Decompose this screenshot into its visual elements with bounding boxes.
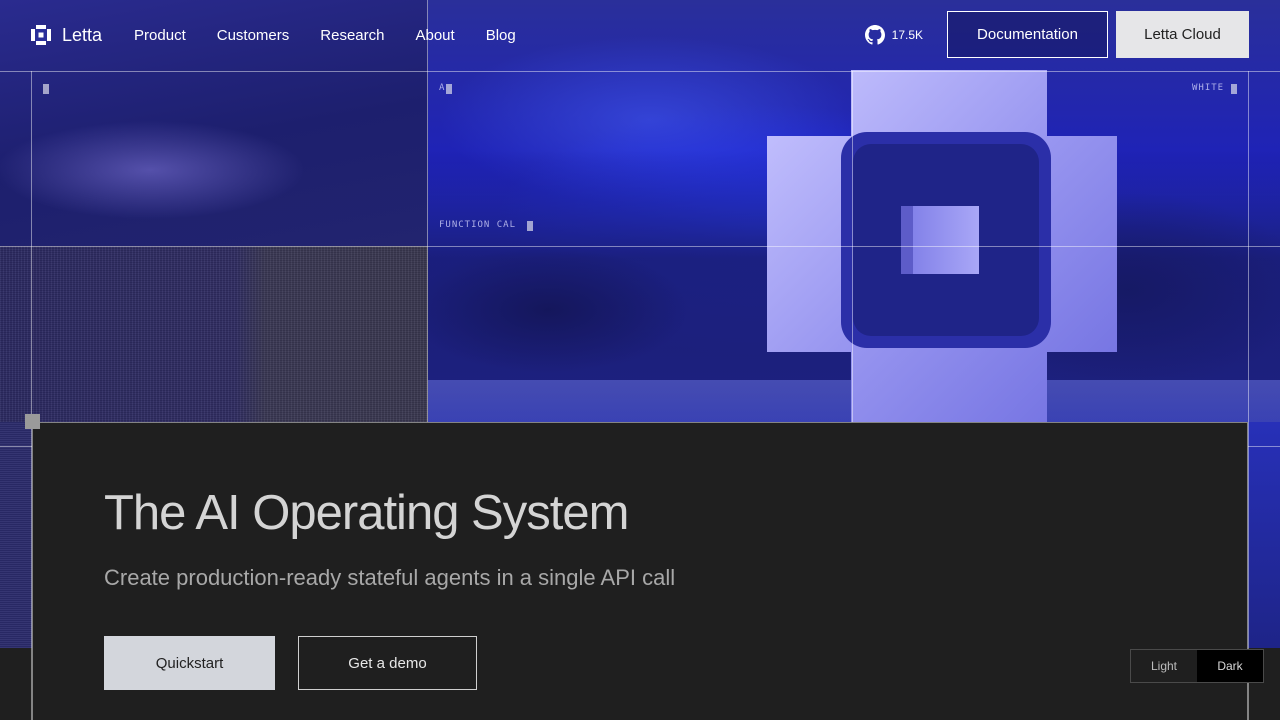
grid-line <box>1248 446 1280 447</box>
hero-card: The AI Operating System Create productio… <box>32 422 1248 720</box>
hero-panel-bottom-left <box>0 422 32 648</box>
grid-line <box>852 71 853 422</box>
logo-text: Letta <box>62 24 103 45</box>
logo[interactable]: Letta <box>30 24 102 46</box>
hero-panel-noise <box>0 246 428 422</box>
cursor-block <box>1231 84 1237 94</box>
grid-line <box>1248 71 1249 720</box>
theme-dark-option[interactable]: Dark <box>1197 650 1263 682</box>
quickstart-button[interactable]: Quickstart <box>104 636 275 690</box>
github-star-count: 17.5K <box>891 27 923 42</box>
cursor-block <box>527 221 533 231</box>
grid-line <box>0 246 1280 247</box>
corner-marker <box>25 414 40 429</box>
overlay-label-white: WHITE <box>1192 83 1225 93</box>
cursor-block <box>446 84 452 94</box>
letta-cloud-button[interactable]: Letta Cloud <box>1116 11 1249 58</box>
github-link[interactable]: 17.5K <box>864 24 923 45</box>
theme-light-option[interactable]: Light <box>1131 650 1197 682</box>
nav-actions: 17.5K Documentation Letta Cloud <box>864 11 1249 58</box>
page-subtitle: Create production-ready stateful agents … <box>104 565 676 590</box>
page-title: The AI Operating System <box>104 486 629 540</box>
letta-logo-icon <box>31 25 51 45</box>
theme-toggle: Light Dark <box>1130 649 1264 683</box>
get-demo-button[interactable]: Get a demo <box>298 636 477 690</box>
nav-link-blog[interactable]: Blog <box>486 27 516 44</box>
grid-line <box>0 446 32 447</box>
nav-link-customers[interactable]: Customers <box>217 27 290 44</box>
nav-link-research[interactable]: Research <box>320 27 384 44</box>
nav-links: Product Customers Research About Blog <box>134 27 516 44</box>
overlay-label-function: FUNCTION CAL <box>439 220 517 230</box>
github-icon <box>864 24 885 45</box>
top-navbar: Letta Product Customers Research About B… <box>0 0 1280 70</box>
hero-panel-bottom-right <box>1248 422 1280 648</box>
letta-3d-logo-graphic <box>767 70 1117 422</box>
documentation-button[interactable]: Documentation <box>947 11 1108 58</box>
overlay-label-a: A <box>439 83 446 93</box>
grid-line <box>0 71 1280 72</box>
cursor-block <box>43 84 49 94</box>
nav-link-about[interactable]: About <box>415 27 454 44</box>
nav-link-product[interactable]: Product <box>134 27 186 44</box>
